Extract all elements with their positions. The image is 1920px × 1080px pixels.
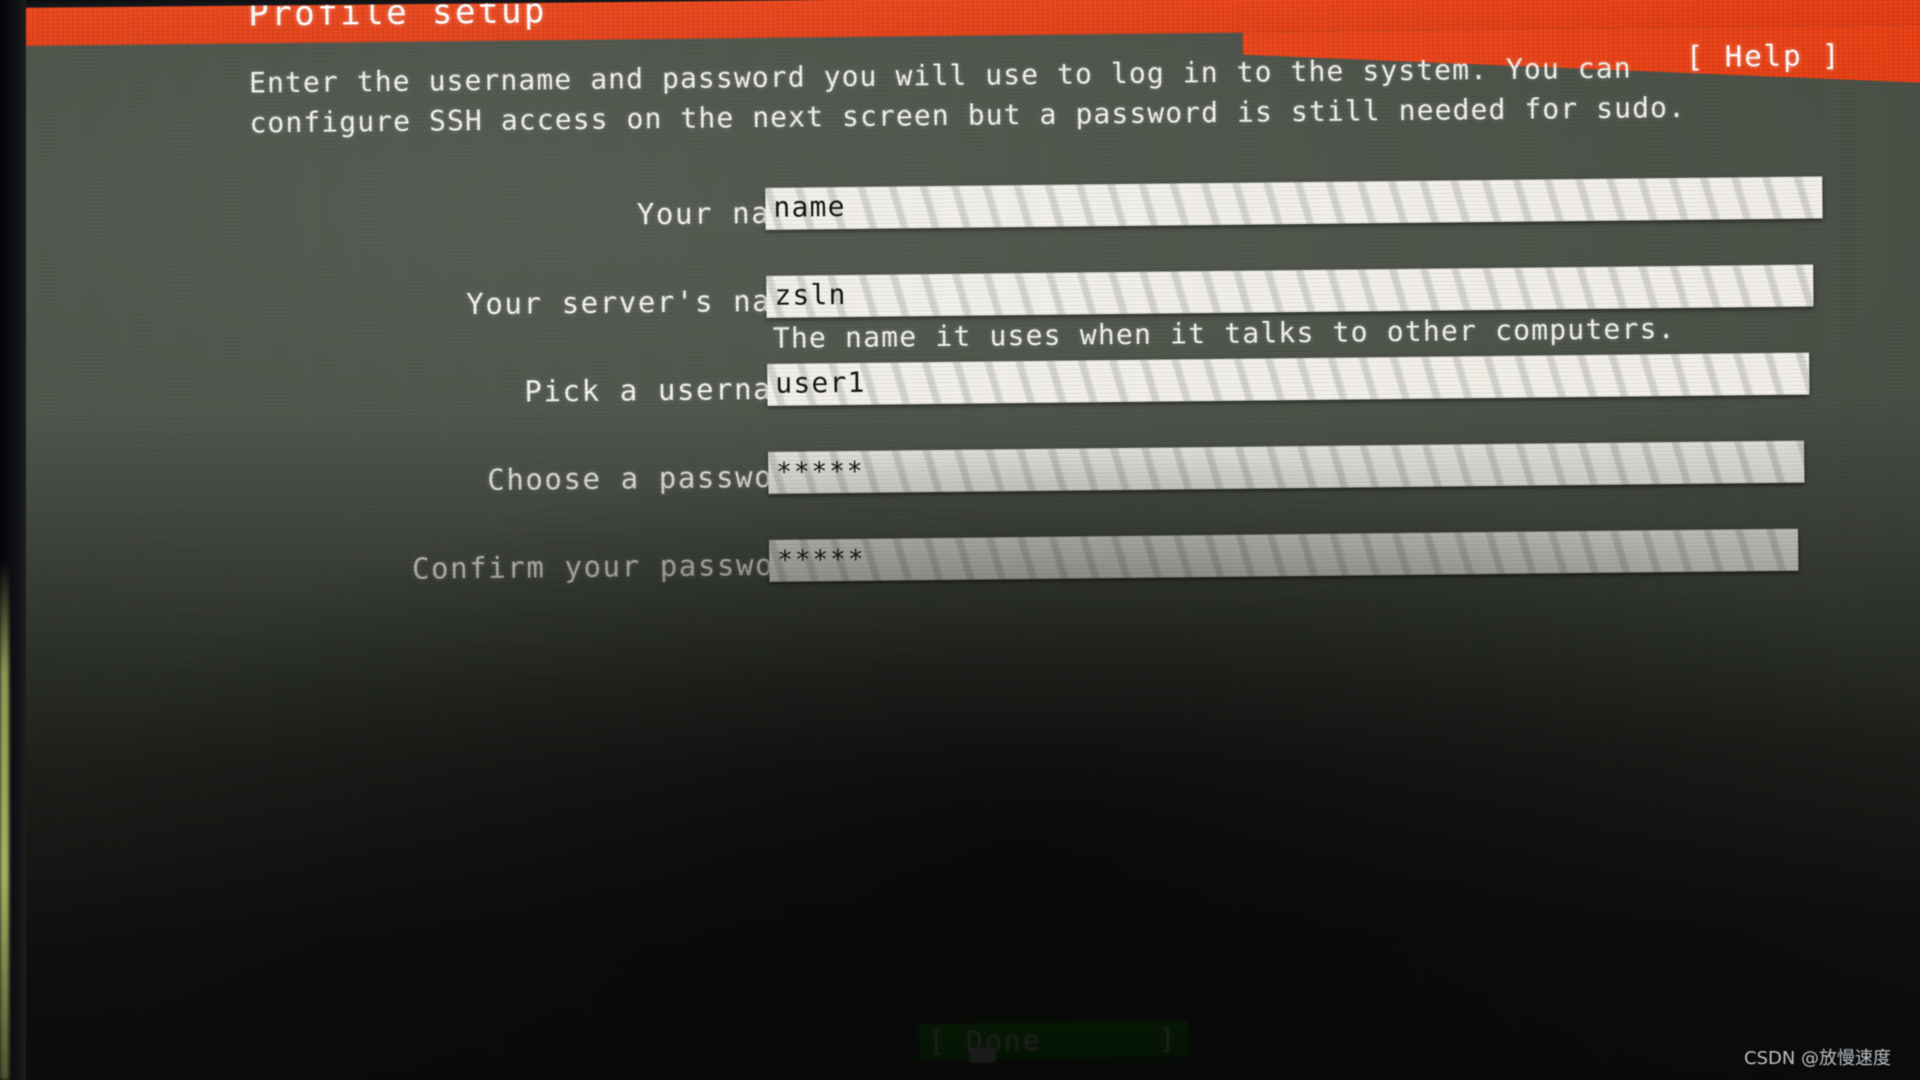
server-name-value: zsln (774, 277, 847, 312)
csdn-watermark: CSDN @放慢速度 (1744, 1048, 1892, 1069)
done-button[interactable]: [ Done ] (919, 1021, 1188, 1063)
your-name-value: name (773, 189, 846, 224)
text-cursor (969, 1047, 996, 1063)
password-value: ***** (776, 456, 865, 488)
done-button-bracket: ] (1158, 1022, 1178, 1056)
bezel-edge-glow (0, 560, 9, 1080)
username-value: user1 (775, 365, 866, 400)
confirm-password-value: ***** (777, 544, 866, 576)
server-name-hint: The name it uses when it talks to other … (772, 312, 1676, 355)
photo-of-monitor: Profile setup [ Help ] Enter the usernam… (0, 0, 1920, 1080)
intro-description: Enter the username and password you will… (248, 51, 1687, 140)
monitor-screen: Profile setup [ Help ] Enter the usernam… (12, 0, 1920, 1080)
profile-setup-form: Your name: name Your server's name: zsln… (14, 175, 1920, 636)
